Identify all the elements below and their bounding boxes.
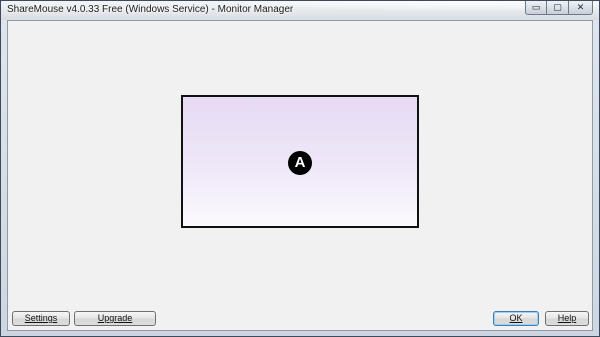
maximize-button[interactable]: ▢ bbox=[547, 1, 569, 15]
upgrade-button[interactable]: Upgrade bbox=[74, 311, 156, 326]
ok-button-label: OK bbox=[509, 313, 523, 323]
monitor-manager-window: ShareMouse v4.0.33 Free (Windows Service… bbox=[0, 0, 600, 337]
minimize-button[interactable]: ▭ bbox=[525, 1, 547, 15]
settings-button[interactable]: Settings bbox=[12, 311, 70, 326]
caption-buttons: ▭ ▢ ✕ bbox=[525, 1, 593, 15]
minimize-icon: ▭ bbox=[531, 2, 541, 12]
maximize-icon: ▢ bbox=[553, 2, 562, 12]
help-button-label: Help bbox=[557, 313, 577, 323]
settings-button-label: Settings bbox=[24, 313, 58, 323]
monitor-label-badge: A bbox=[288, 150, 312, 175]
monitor-layout-canvas[interactable]: A bbox=[8, 21, 592, 302]
upgrade-button-label: Upgrade bbox=[97, 313, 133, 323]
title-bar[interactable]: ShareMouse v4.0.33 Free (Windows Service… bbox=[1, 1, 599, 20]
window-title: ShareMouse v4.0.33 Free (Windows Service… bbox=[7, 4, 294, 15]
client-area: A Settings Upgrade OK Help bbox=[7, 20, 593, 331]
help-button[interactable]: Help bbox=[545, 311, 589, 326]
ok-button[interactable]: OK bbox=[493, 311, 539, 326]
close-button[interactable]: ✕ bbox=[569, 1, 593, 15]
close-icon: ✕ bbox=[576, 2, 585, 12]
monitor-tile[interactable]: A bbox=[181, 95, 419, 228]
